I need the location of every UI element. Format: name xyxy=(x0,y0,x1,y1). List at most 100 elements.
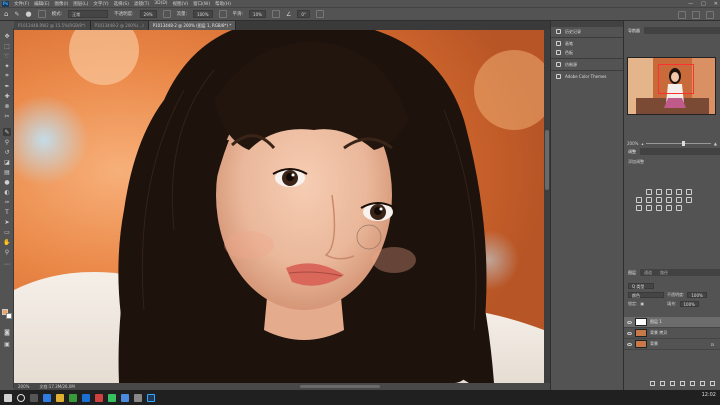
horizontal-scroll-thumb[interactable] xyxy=(300,385,380,388)
blur-tool-icon[interactable]: ● xyxy=(3,178,11,186)
zoom-tool-icon[interactable]: ⚲ xyxy=(3,248,11,256)
invert-icon[interactable] xyxy=(636,205,642,211)
add-mask-icon[interactable] xyxy=(670,380,675,386)
eraser-tool-icon[interactable]: ◪ xyxy=(3,158,11,166)
eyedropper-tool-icon[interactable]: ✒ xyxy=(3,82,11,90)
quick-mask-icon[interactable]: ◙ xyxy=(3,328,11,336)
doc-tab-2[interactable]: P1013448-2 @ 200%(...) xyxy=(90,21,149,30)
layer-style-icon[interactable] xyxy=(660,380,665,386)
zoom-slider-knob[interactable] xyxy=(681,140,685,146)
vibrance-icon[interactable] xyxy=(686,189,692,195)
brush-tool-icon[interactable]: ✎ xyxy=(3,128,11,136)
menu-select[interactable]: 选择(S) xyxy=(114,1,129,7)
menu-window[interactable]: 窗口(W) xyxy=(193,1,210,7)
gradient-map-icon[interactable] xyxy=(666,205,672,211)
content-aware-tool-icon[interactable]: ✂ xyxy=(3,112,11,120)
layer-name[interactable]: 背景 xyxy=(650,341,658,347)
menu-image[interactable]: 图像(I) xyxy=(54,1,68,7)
search-icon[interactable] xyxy=(678,11,686,19)
search-icon[interactable] xyxy=(17,393,25,402)
tab-channels[interactable]: 通道 xyxy=(640,269,656,276)
background-color-swatch[interactable] xyxy=(6,313,12,319)
wechat-icon[interactable] xyxy=(108,393,116,402)
selective-color-icon[interactable] xyxy=(676,205,682,211)
menu-help[interactable]: 帮助(H) xyxy=(215,1,231,7)
edit-toolbar-icon[interactable]: ⋯ xyxy=(3,260,11,268)
workspace-icon[interactable] xyxy=(692,11,700,19)
app-icon[interactable] xyxy=(95,393,103,402)
layer-fill-input[interactable]: 100% xyxy=(679,300,699,307)
gradient-tool-icon[interactable]: ▤ xyxy=(3,168,11,176)
layer-filter-select[interactable]: Q 类型 xyxy=(628,282,654,289)
menu-file[interactable]: 文件(F) xyxy=(14,1,29,7)
folder-icon[interactable] xyxy=(56,393,64,402)
smoothing-input[interactable]: 10% xyxy=(249,10,266,18)
status-zoom[interactable]: 200% xyxy=(18,384,29,389)
healing-brush-tool-icon[interactable]: ✚ xyxy=(3,92,11,100)
pressure-size-icon[interactable] xyxy=(315,10,324,18)
app-icon[interactable] xyxy=(121,393,129,402)
delete-layer-icon[interactable] xyxy=(710,380,715,386)
navigator-view-box[interactable] xyxy=(658,64,694,94)
status-doc-info[interactable]: 文档:17.3M/26.0M xyxy=(39,384,74,390)
color-balance-icon[interactable] xyxy=(646,197,652,203)
panel-clone-source[interactable]: 仿制源 xyxy=(551,60,623,69)
task-view-icon[interactable] xyxy=(30,393,38,402)
app-icon[interactable] xyxy=(134,393,142,402)
doc-tab-3[interactable]: P1013448-2 @ 200% (图层 1, RGB/8*) * xyxy=(148,21,237,30)
hand-tool-icon[interactable]: ✋ xyxy=(3,238,11,246)
patch-tool-icon[interactable]: ⊗ xyxy=(3,102,11,110)
flow-input[interactable]: 100% xyxy=(193,10,213,18)
clone-stamp-tool-icon[interactable]: ⚲ xyxy=(3,138,11,146)
opacity-input[interactable]: 29% xyxy=(139,10,157,18)
share-icon[interactable] xyxy=(706,11,714,19)
navigator-zoom-slider[interactable] xyxy=(646,140,711,146)
photo-filter-icon[interactable] xyxy=(666,197,672,203)
exposure-icon[interactable] xyxy=(676,189,682,195)
mode-select[interactable]: 正常 xyxy=(68,10,109,18)
layer-row[interactable]: 背景 ⊡ xyxy=(624,339,720,350)
visibility-eye-icon[interactable] xyxy=(627,320,632,324)
new-group-icon[interactable] xyxy=(690,380,695,386)
panel-color-themes[interactable]: Adobe Color Themes xyxy=(551,72,623,81)
link-layers-icon[interactable] xyxy=(650,380,655,386)
posterize-icon[interactable] xyxy=(646,205,652,211)
path-select-tool-icon[interactable]: ➤ xyxy=(3,218,11,226)
layer-row[interactable]: 图层 1 xyxy=(624,317,720,328)
panel-history[interactable]: 历史记录 xyxy=(551,27,623,36)
edge-icon[interactable] xyxy=(43,393,51,402)
minimize-button[interactable]: — xyxy=(688,1,693,7)
layer-name[interactable]: 图层 1 xyxy=(650,319,662,325)
close-button[interactable]: ✕ xyxy=(714,1,718,7)
lasso-tool-icon[interactable]: ➰ xyxy=(3,52,11,60)
dodge-tool-icon[interactable]: ◐ xyxy=(3,188,11,196)
angle-input[interactable]: 0° xyxy=(297,10,310,18)
visibility-eye-icon[interactable] xyxy=(627,331,632,335)
tab-navigator[interactable]: 导航器 xyxy=(624,27,644,34)
pen-tool-icon[interactable]: ✑ xyxy=(3,198,11,206)
doc-tab-1[interactable]: P1013448.RW2 @ 15.5%(RGB/8*) xyxy=(14,21,91,30)
lock-icon[interactable]: ▣ xyxy=(640,301,644,306)
menu-view[interactable]: 视图(V) xyxy=(173,1,189,7)
photoshop-taskbar-icon[interactable] xyxy=(147,393,155,402)
crop-tool-icon[interactable]: ⌗ xyxy=(3,72,11,80)
brush-size-preview[interactable]: ● xyxy=(25,10,31,18)
levels-icon[interactable] xyxy=(656,189,662,195)
smoothing-options-icon[interactable] xyxy=(271,10,280,18)
shape-tool-icon[interactable]: ▭ xyxy=(3,228,11,236)
pressure-opacity-icon[interactable] xyxy=(162,10,171,18)
app-icon[interactable] xyxy=(69,393,77,402)
vertical-scroll-thumb[interactable] xyxy=(545,130,549,190)
taskbar-clock[interactable]: 12:02 xyxy=(702,392,716,398)
black-white-icon[interactable] xyxy=(656,197,662,203)
brush-tool-preset-icon[interactable]: ✎ xyxy=(14,11,19,18)
menu-type[interactable]: 文字(Y) xyxy=(93,1,108,7)
screen-mode-icon[interactable]: ▣ xyxy=(3,340,11,348)
hue-saturation-icon[interactable] xyxy=(636,197,642,203)
zoom-out-icon[interactable]: ▴ xyxy=(641,141,643,146)
visibility-eye-icon[interactable] xyxy=(627,342,632,346)
photoshop-logo[interactable]: Ps xyxy=(2,0,9,7)
tab-adjustments[interactable]: 调整 xyxy=(624,148,640,155)
channel-mixer-icon[interactable] xyxy=(676,197,682,203)
menu-layer[interactable]: 图层(L) xyxy=(73,1,88,7)
